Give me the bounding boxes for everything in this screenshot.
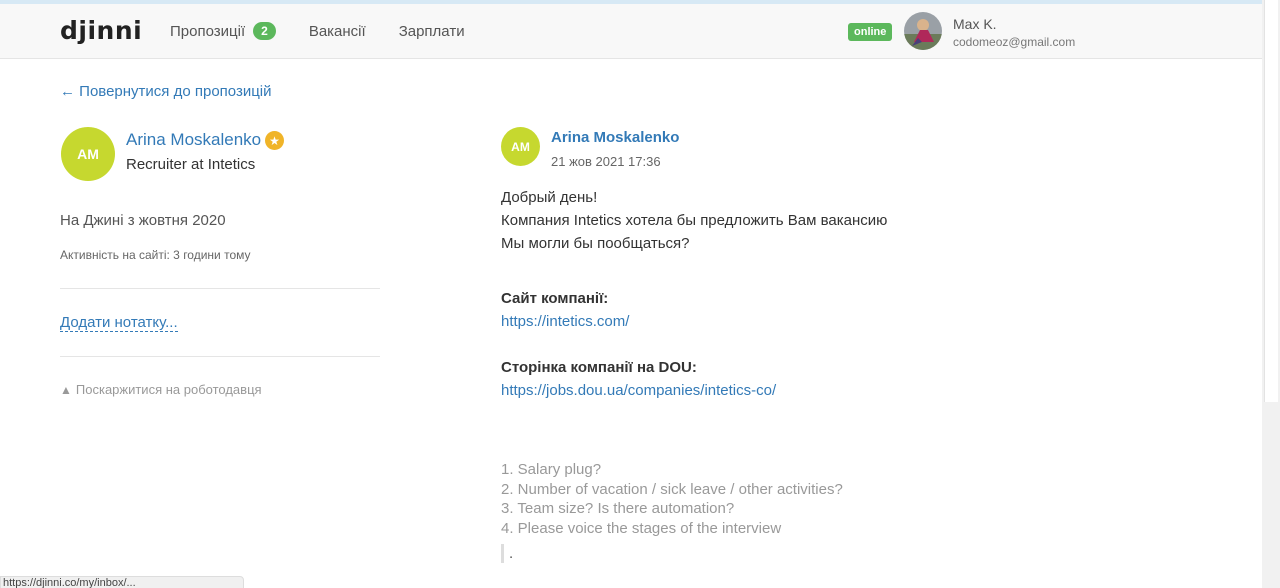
divider [60,288,380,289]
site-activity: Активність на сайті: 3 години тому [60,248,251,262]
quote-text: . [509,545,514,562]
question-item: 1. Salary plug? [501,461,602,478]
recruiter-avatar: AM [61,127,115,181]
message-line: Компания Intetics хотела бы предложить В… [501,212,888,229]
nav-item-salaries[interactable]: Зарплати [399,23,465,40]
warning-icon: ▲ [60,382,72,397]
main-nav: Пропозиції 2 Вакансії Зарплати [170,22,498,40]
dou-page-link[interactable]: https://jobs.dou.ua/companies/intetics-c… [501,382,776,399]
question-item: 4. Please voice the stages of the interv… [501,520,782,538]
online-status-badge: online [848,23,893,41]
question-item: 2. Number of vacation / sick leave / oth… [501,480,843,498]
nav-item-salaries-label: Зарплати [398,22,465,40]
back-to-proposals-link[interactable]: ← Повернутися до пропозицій [60,83,272,100]
nav-item-proposals[interactable]: Пропозиції 2 [170,22,276,40]
message-body: Добрый день! Компания Intetics хотела бы… [501,186,1201,255]
user-avatar[interactable] [904,12,942,50]
question-item: 3. Team size? Is there automation? [501,500,735,518]
dou-page-label: Сторінка компанії на DOU: [501,359,697,376]
message-author-avatar: AM [501,127,540,166]
proposals-count-badge: 2 [253,22,276,40]
page-scrollbar-thumb[interactable] [1264,0,1278,402]
quote-bar [501,544,504,563]
message-line: Мы могли бы пообщаться? [501,235,690,252]
star-icon: ★ [265,131,284,150]
complain-label: Поскаржитися на роботодавця [75,382,262,397]
joined-date: На Джині з жовтня 2020 [60,212,226,229]
complain-link[interactable]: ▲ Поскаржитися на роботодавця [60,382,262,397]
nav-item-vacancies-label: Вакансії [308,22,366,40]
company-site-label: Сайт компанії: [501,290,609,307]
recruiter-name-link[interactable]: Arina Moskalenko [126,130,261,150]
user-email: codomeoz@gmail.com [953,35,1076,49]
nav-item-vacancies[interactable]: Вакансії [309,23,366,40]
recruiter-title: Recruiter at Intetics [126,156,256,173]
user-name[interactable]: Max K. [953,16,997,32]
add-note-link[interactable]: Додати нотатку... [60,314,178,332]
message-author-link[interactable]: Arina Moskalenko [551,129,679,146]
company-site-link[interactable]: https://intetics.com/ [501,313,629,330]
user-photo-icon [904,12,942,50]
divider [60,356,380,357]
site-header: djinni Пропозиції 2 Вакансії Зарплати on… [0,4,1262,59]
message-line: Добрый день! [501,189,598,206]
djinni-logo[interactable]: djinni [60,16,142,45]
message-date: 21 жов 2021 17:36 [551,154,661,169]
browser-status-url: https://djinni.co/my/inbox/... [0,576,244,588]
questions-list: 1. Salary plug? 2. Number of vacation / … [501,460,843,539]
nav-item-proposals-label: Пропозиції [170,22,246,40]
